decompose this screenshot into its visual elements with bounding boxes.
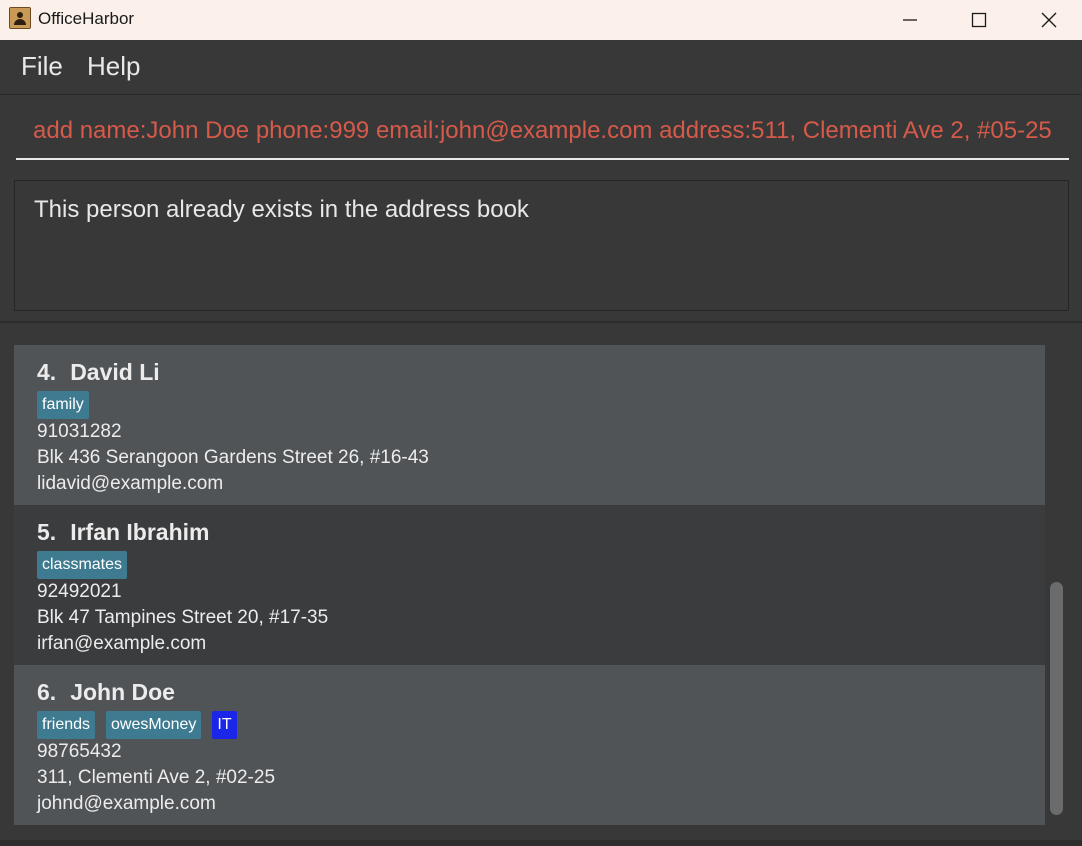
person-email: irfan@example.com — [37, 633, 207, 654]
result-display[interactable]: This person already exists in the addres… — [14, 180, 1069, 311]
person-index: 6. — [37, 679, 57, 705]
tag: family — [37, 391, 89, 419]
person-name-line: 4. David Li — [37, 359, 160, 386]
person-phone: 91031282 — [37, 421, 122, 442]
person-card[interactable]: 5. Irfan Ibrahim classmates 92492021 Blk … — [14, 505, 1045, 665]
menu-file[interactable]: File — [21, 51, 63, 82]
close-button[interactable] — [1015, 0, 1082, 40]
title-bar[interactable]: OfficeHarbor — [0, 0, 1082, 40]
person-address: 311, Clementi Ave 2, #02-25 — [37, 767, 276, 788]
tag-list: classmates — [37, 551, 128, 579]
person-card[interactable]: 4. David Li family 91031282 Blk 436 Seran… — [14, 345, 1045, 505]
minimize-icon — [903, 19, 917, 21]
command-box — [0, 95, 1082, 170]
status-strip — [0, 840, 1082, 846]
scroll-thumb[interactable] — [1050, 582, 1063, 815]
minimize-button[interactable] — [876, 0, 944, 40]
person-list[interactable]: 4. David Li family 91031282 Blk 436 Seran… — [14, 345, 1045, 827]
person-name-line: 5. Irfan Ibrahim — [37, 519, 210, 546]
tag-list: friends owesMoney IT — [37, 711, 237, 739]
person-address: Blk 436 Serangoon Gardens Street 26, #16… — [37, 447, 429, 468]
tag-list: family — [37, 391, 89, 419]
list-scrollbar[interactable] — [1047, 345, 1067, 827]
menu-help[interactable]: Help — [87, 51, 140, 82]
person-phone: 92492021 — [37, 581, 122, 602]
tag: IT — [212, 711, 237, 739]
menu-bar: File Help — [0, 40, 1082, 95]
person-card[interactable]: 6. John Doe friends owesMoney IT 98765432… — [14, 665, 1045, 825]
person-email: lidavid@example.com — [37, 473, 224, 494]
person-name-line: 6. John Doe — [37, 679, 175, 706]
result-panel: This person already exists in the addres… — [0, 170, 1082, 323]
person-name: Irfan Ibrahim — [70, 519, 210, 545]
person-address: Blk 47 Tampines Street 20, #17-35 — [37, 607, 329, 628]
person-name: John Doe — [70, 679, 175, 705]
maximize-icon — [971, 12, 987, 28]
person-email: johnd@example.com — [37, 793, 216, 814]
app-window: OfficeHarbor File Help This person al — [0, 0, 1082, 846]
person-index: 4. — [37, 359, 57, 385]
command-input[interactable] — [16, 103, 1069, 160]
person-index: 5. — [37, 519, 57, 545]
tag: classmates — [37, 551, 128, 579]
close-icon — [1041, 12, 1057, 28]
window-title: OfficeHarbor — [38, 9, 135, 28]
tag: friends — [37, 711, 96, 739]
person-phone: 98765432 — [37, 741, 122, 762]
person-name: David Li — [70, 359, 160, 385]
address-book-icon — [9, 7, 31, 29]
person-list-panel: 4. David Li family 91031282 Blk 436 Seran… — [0, 323, 1082, 846]
result-message: This person already exists in the addres… — [34, 196, 529, 223]
tag: owesMoney — [106, 711, 202, 739]
maximize-button[interactable] — [945, 0, 1013, 40]
